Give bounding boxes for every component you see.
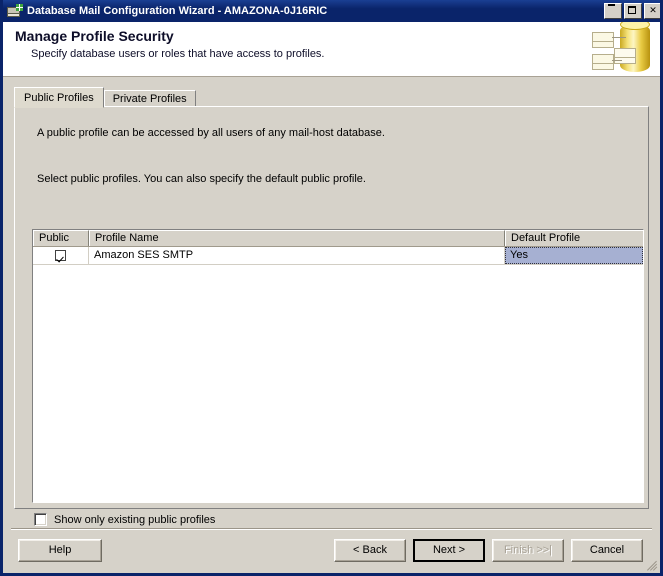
footer-separator (11, 528, 652, 530)
wizard-banner: Manage Profile Security Specify database… (3, 22, 660, 77)
resize-grip-icon[interactable] (646, 559, 658, 571)
minimize-button[interactable] (604, 3, 622, 19)
description-line-2: Select public profiles. You can also spe… (37, 173, 366, 185)
tab-private-profiles-label: Private Profiles (112, 93, 187, 105)
show-only-existing-row[interactable]: Show only existing public profiles (34, 513, 215, 526)
mail-database-icon (7, 3, 23, 19)
help-button[interactable]: Help (18, 539, 102, 562)
column-header-default-profile[interactable]: Default Profile (505, 230, 643, 246)
title-bar[interactable]: Database Mail Configuration Wizard - AMA… (3, 0, 660, 22)
tab-public-profiles-label: Public Profiles (24, 92, 94, 104)
window-controls: ✕ (604, 3, 660, 19)
page-subtitle: Specify database users or roles that hav… (31, 48, 325, 60)
window-title: Database Mail Configuration Wizard - AMA… (27, 5, 328, 17)
description-line-1: A public profile can be accessed by all … (37, 127, 385, 139)
next-button[interactable]: Next > (413, 539, 485, 562)
cell-public-checkbox[interactable] (33, 247, 89, 264)
grid-header-row: Public Profile Name Default Profile (33, 230, 643, 247)
finish-button: Finish >>| (492, 539, 564, 562)
tab-public-profiles[interactable]: Public Profiles (14, 87, 104, 108)
close-icon: ✕ (649, 5, 657, 15)
show-only-existing-label: Show only existing public profiles (54, 513, 216, 526)
maximize-button[interactable] (624, 3, 642, 19)
cell-default-profile[interactable]: Yes (505, 247, 643, 264)
database-cylinder-envelopes-icon (574, 22, 654, 76)
page-title: Manage Profile Security (15, 28, 174, 44)
wizard-footer: Help < Back Next > Finish >>| Cancel (3, 526, 660, 573)
back-button[interactable]: < Back (334, 539, 406, 562)
table-row[interactable]: Amazon SES SMTP Yes (33, 247, 643, 265)
close-button[interactable]: ✕ (644, 3, 660, 19)
column-header-public[interactable]: Public (33, 230, 89, 246)
show-only-existing-checkbox[interactable] (34, 513, 47, 526)
public-profiles-grid[interactable]: Public Profile Name Default Profile Amaz… (32, 229, 644, 503)
public-checkbox[interactable] (55, 250, 66, 261)
cancel-button[interactable]: Cancel (571, 539, 643, 562)
wizard-content: Public Profiles Private Profiles A publi… (3, 77, 660, 526)
column-header-profile-name[interactable]: Profile Name (89, 230, 505, 246)
tab-panel-public-profiles: A public profile can be accessed by all … (14, 106, 649, 526)
cell-profile-name[interactable]: Amazon SES SMTP (89, 247, 505, 264)
wizard-window: Database Mail Configuration Wizard - AMA… (0, 0, 663, 576)
